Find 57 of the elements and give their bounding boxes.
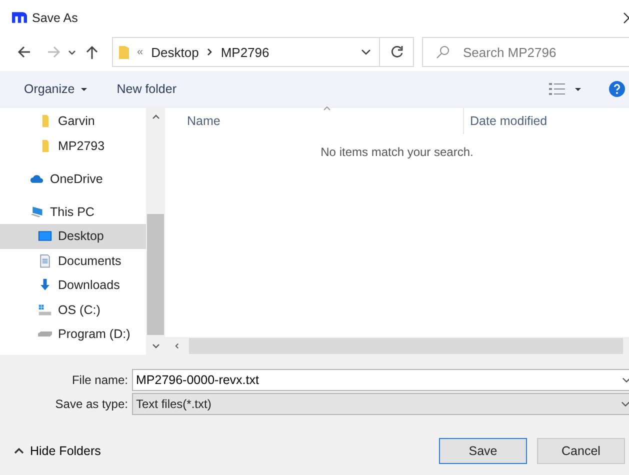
drive-icon	[38, 302, 52, 317]
back-icon[interactable]	[16, 44, 32, 60]
address-bar[interactable]: « Desktop MP2796	[112, 37, 380, 67]
caret-icon	[80, 88, 87, 90]
cancel-button[interactable]: Cancel	[537, 438, 625, 464]
empty-message: No items match your search.	[320, 145, 474, 161]
document-icon	[38, 254, 52, 268]
file-type-dropdown[interactable]: Text files(*.txt)	[132, 393, 629, 415]
caret-icon[interactable]	[575, 88, 581, 90]
sidebar-item[interactable]: Desktop	[0, 224, 146, 248]
sidebar-item[interactable]: Program (D:)	[0, 322, 146, 346]
sidebar-item[interactable]: This PC	[0, 200, 146, 224]
file-name-label: File name:	[70, 373, 129, 387]
column-header[interactable]: Name	[165, 108, 464, 134]
refresh-button[interactable]	[380, 37, 414, 67]
sidebar-item[interactable]: Documents	[0, 248, 146, 273]
scroll-up-icon[interactable]	[152, 114, 160, 120]
dropdown-icon[interactable]	[361, 49, 371, 55]
hide-folders-button[interactable]: Hide Folders	[14, 444, 101, 458]
up-icon[interactable]	[84, 44, 100, 60]
overflow-chevron[interactable]: «	[137, 46, 144, 58]
search-field[interactable]: Search MP2796	[422, 37, 629, 67]
chevron-icon	[206, 48, 213, 56]
breadcrumb[interactable]: Desktop	[151, 44, 199, 60]
save-as-type-label: Save as type:	[54, 397, 129, 411]
scroll-left-icon[interactable]	[173, 343, 181, 349]
download-icon	[38, 278, 52, 292]
search-icon	[436, 45, 450, 59]
sidebar-item[interactable]: Garvin	[0, 109, 146, 134]
caret-up-icon	[14, 448, 24, 454]
help-icon[interactable]	[609, 81, 625, 97]
sidebar-item[interactable]: Downloads	[0, 273, 146, 298]
vertical-scrollbar[interactable]	[146, 108, 165, 355]
new-folder-button[interactable]: New folder	[116, 82, 176, 96]
app-logo-icon	[12, 12, 27, 23]
refresh-icon	[390, 45, 404, 59]
breadcrumb[interactable]: MP2796	[220, 44, 270, 60]
column-header[interactable]: Date modified	[464, 108, 548, 134]
scrollbar-thumb[interactable]	[189, 338, 623, 354]
window-title: Save As	[32, 10, 79, 24]
folder-icon	[119, 45, 129, 59]
dropdown-icon[interactable]	[621, 401, 629, 407]
scroll-down-icon[interactable]	[152, 343, 160, 349]
file-name-field[interactable]: MP2796-0000-revx.txt	[132, 369, 629, 391]
dropdown-icon[interactable]	[622, 377, 629, 383]
recent-locations-icon[interactable]	[68, 48, 76, 56]
scrollbar-thumb[interactable]	[147, 214, 164, 335]
view-options-icon[interactable]	[549, 83, 565, 95]
sidebar-item[interactable]: OS (C:)	[0, 298, 146, 322]
save-button[interactable]: Save	[439, 438, 527, 464]
sidebar-item[interactable]: OneDrive	[0, 166, 146, 191]
desktop-icon	[38, 229, 52, 244]
sidebar-item[interactable]: MP2793	[0, 134, 146, 158]
organize-menu[interactable]: Organize	[24, 82, 87, 96]
computer-icon	[30, 204, 44, 219]
horizontal-scrollbar[interactable]	[165, 337, 629, 355]
sort-icon	[323, 106, 331, 111]
